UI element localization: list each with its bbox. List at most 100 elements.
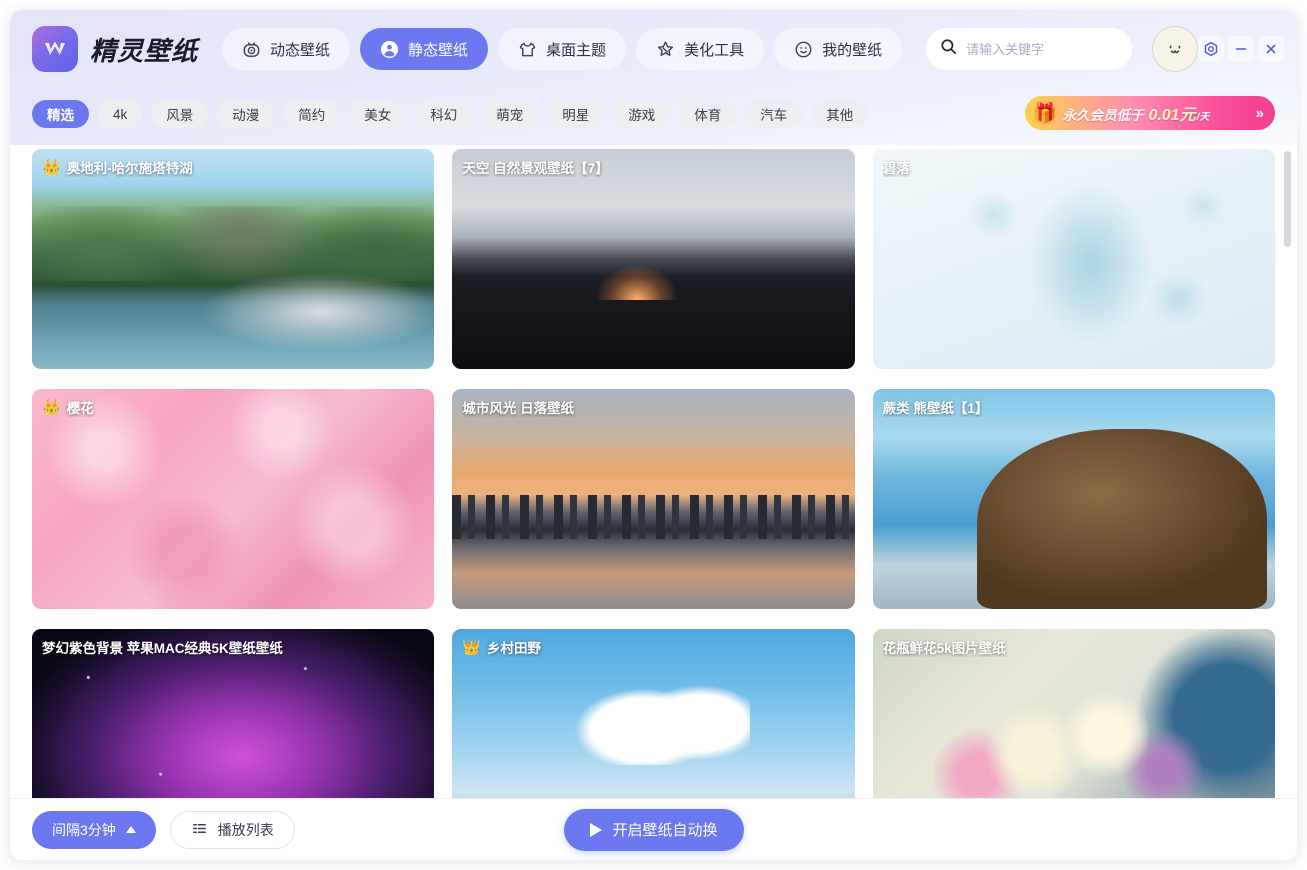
category-chip-7[interactable]: 萌宠 xyxy=(481,100,539,128)
category-chip-12[interactable]: 其他 xyxy=(811,100,869,128)
wallpaper-title: 梦幻紫色背景 苹果MAC经典5K壁纸壁纸 xyxy=(42,641,283,656)
titlebar: 精灵壁纸 动态壁纸 静态壁纸 桌面主题 美化工具 我的壁纸 请输入关键字 xyxy=(10,10,1297,88)
wallpaper-title-row: 梦幻紫色背景 苹果MAC经典5K壁纸壁纸 xyxy=(42,637,424,657)
wallpaper-title: 城市风光 日落壁纸 xyxy=(462,401,575,416)
category-chip-4[interactable]: 简约 xyxy=(283,100,341,128)
minimize-button[interactable] xyxy=(1228,36,1255,62)
wallpaper-thumbnail xyxy=(872,389,1275,609)
tab-desktop-theme[interactable]: 桌面主题 xyxy=(498,28,627,70)
wallpaper-title: 蕨类 熊壁纸【1】 xyxy=(882,401,989,416)
category-filter-bar: 精选 4k 风景 动漫 简约 美女 科幻 萌宠 明星 游戏 体育 汽车 其他 🎁… xyxy=(10,88,1297,140)
category-chip-3[interactable]: 动漫 xyxy=(217,100,275,128)
wallpaper-card[interactable]: 梦幻紫色背景 苹果MAC经典5K壁纸壁纸 xyxy=(32,629,435,798)
promo-text: 永久会员低于 0.01元/天 xyxy=(1063,101,1210,125)
wallpaper-card[interactable]: 👑 樱花 xyxy=(32,389,435,609)
settings-button[interactable] xyxy=(1198,36,1225,62)
wallpaper-card[interactable]: 碧落 xyxy=(872,149,1275,369)
vip-crown-icon: 👑 xyxy=(42,398,61,416)
wallpaper-title: 花瓶鲜花5k图片壁纸 xyxy=(882,641,1006,656)
tab-label: 美化工具 xyxy=(684,41,745,59)
wallpaper-title-row: 城市风光 日落壁纸 xyxy=(462,397,844,417)
avatar[interactable] xyxy=(1152,26,1199,72)
category-chip-1[interactable]: 4k xyxy=(98,100,143,128)
wallpaper-thumbnail xyxy=(32,389,435,609)
category-chip-6[interactable]: 科幻 xyxy=(415,100,473,128)
tab-label: 静态壁纸 xyxy=(408,41,469,59)
search-icon xyxy=(940,38,957,60)
vip-crown-icon: 👑 xyxy=(42,158,61,176)
category-chip-10[interactable]: 体育 xyxy=(679,100,737,128)
chip-label: 汽车 xyxy=(760,108,788,123)
auto-change-button[interactable]: 开启壁纸自动换 xyxy=(563,808,744,851)
play-icon xyxy=(589,822,602,837)
wallpaper-card[interactable]: 花瓶鲜花5k图片壁纸 xyxy=(872,629,1275,798)
promo-prefix: 永久会员低于 xyxy=(1062,108,1144,123)
interval-label: 间隔3分钟 xyxy=(52,821,116,838)
chip-label: 风景 xyxy=(166,108,194,123)
main-nav: 动态壁纸 静态壁纸 桌面主题 美化工具 我的壁纸 xyxy=(222,28,903,70)
wallpaper-card[interactable]: 天空 自然景观壁纸【7】 xyxy=(452,149,855,369)
category-chip-9[interactable]: 游戏 xyxy=(613,100,671,128)
wallpaper-card[interactable]: 👑 乡村田野 xyxy=(452,629,855,798)
wallpaper-title-row: 碧落 xyxy=(883,157,1265,177)
wallpaper-title-row: 蕨类 熊壁纸【1】 xyxy=(883,397,1265,417)
app-title: 精灵壁纸 xyxy=(90,35,199,66)
wallpaper-card[interactable]: 👑 奥地利-哈尔施塔特湖 xyxy=(32,149,435,369)
wallpaper-grid-area[interactable]: 👑 奥地利-哈尔施塔特湖 天空 自然景观壁纸【7】 碧落 👑 樱花 城市风光 日… xyxy=(10,145,1297,798)
search-input[interactable] xyxy=(966,41,1119,57)
category-chip-5[interactable]: 美女 xyxy=(349,100,407,128)
chip-label: 简约 xyxy=(298,108,326,123)
app-window: 精灵壁纸 动态壁纸 静态壁纸 桌面主题 美化工具 我的壁纸 请输入关键字 精选 … xyxy=(10,10,1297,860)
tab-my-wallpaper[interactable]: 我的壁纸 xyxy=(774,28,903,70)
chip-label: 萌宠 xyxy=(496,108,524,123)
interval-button[interactable]: 间隔3分钟 xyxy=(32,810,156,849)
chip-label: 科幻 xyxy=(430,108,458,123)
static-wallpaper-icon xyxy=(380,40,399,59)
beautify-tool-icon xyxy=(656,40,675,59)
close-button[interactable] xyxy=(1258,36,1285,62)
category-chip-0[interactable]: 精选 xyxy=(32,100,89,128)
chip-label: 精选 xyxy=(47,108,74,123)
wallpaper-thumbnail xyxy=(32,149,435,369)
live-wallpaper-icon xyxy=(242,40,261,59)
playlist-label: 播放列表 xyxy=(217,821,274,838)
chip-label: 美女 xyxy=(364,108,392,123)
vip-promo-banner[interactable]: 🎁 永久会员低于 0.01元/天 » xyxy=(1025,96,1275,130)
wallpaper-title: 樱花 xyxy=(66,401,94,416)
category-chip-11[interactable]: 汽车 xyxy=(745,100,803,128)
wallpaper-title-row: 花瓶鲜花5k图片壁纸 xyxy=(883,637,1265,657)
wallpaper-thumbnail xyxy=(872,149,1275,369)
tab-label: 我的壁纸 xyxy=(822,41,883,59)
chip-label: 动漫 xyxy=(232,108,260,123)
tab-static-wallpaper[interactable]: 静态壁纸 xyxy=(360,28,489,70)
scrollbar-track[interactable] xyxy=(1284,151,1291,792)
app-logo-icon xyxy=(32,26,78,72)
wallpaper-thumbnail xyxy=(452,389,855,609)
promo-price-unit: /天 xyxy=(1196,112,1210,123)
playlist-button[interactable]: 播放列表 xyxy=(169,810,295,849)
wallpaper-title-row: 👑 奥地利-哈尔施塔特湖 xyxy=(42,157,424,177)
wallpaper-title: 奥地利-哈尔施塔特湖 xyxy=(66,161,193,176)
desktop-theme-icon xyxy=(518,40,537,59)
app-header: 精灵壁纸 动态壁纸 静态壁纸 桌面主题 美化工具 我的壁纸 请输入关键字 精选 … xyxy=(10,10,1297,145)
tab-beautify-tool[interactable]: 美化工具 xyxy=(636,28,765,70)
category-chip-2[interactable]: 风景 xyxy=(151,100,209,128)
search-box[interactable] xyxy=(926,28,1133,70)
wallpaper-card[interactable]: 城市风光 日落壁纸 xyxy=(452,389,855,609)
wallpaper-thumbnail xyxy=(452,149,855,369)
tab-label: 桌面主题 xyxy=(546,41,607,59)
wallpaper-title: 碧落 xyxy=(882,161,910,176)
my-wallpaper-icon xyxy=(794,40,813,59)
gift-box-icon: 🎁 xyxy=(1033,102,1057,124)
tab-live-wallpaper[interactable]: 动态壁纸 xyxy=(222,28,351,70)
category-chip-8[interactable]: 明星 xyxy=(547,100,605,128)
window-controls xyxy=(1198,36,1288,62)
promo-price: 0.01元 xyxy=(1148,107,1196,124)
bottom-toolbar: 间隔3分钟 播放列表 开启壁纸自动换 xyxy=(10,798,1297,860)
wallpaper-title: 天空 自然景观壁纸【7】 xyxy=(462,161,609,176)
wallpaper-title-row: 天空 自然景观壁纸【7】 xyxy=(462,157,844,177)
wallpaper-card[interactable]: 蕨类 熊壁纸【1】 xyxy=(872,389,1275,609)
chip-label: 明星 xyxy=(562,108,590,123)
wallpaper-title-row: 👑 乡村田野 xyxy=(462,637,844,657)
scrollbar-thumb[interactable] xyxy=(1284,151,1291,247)
